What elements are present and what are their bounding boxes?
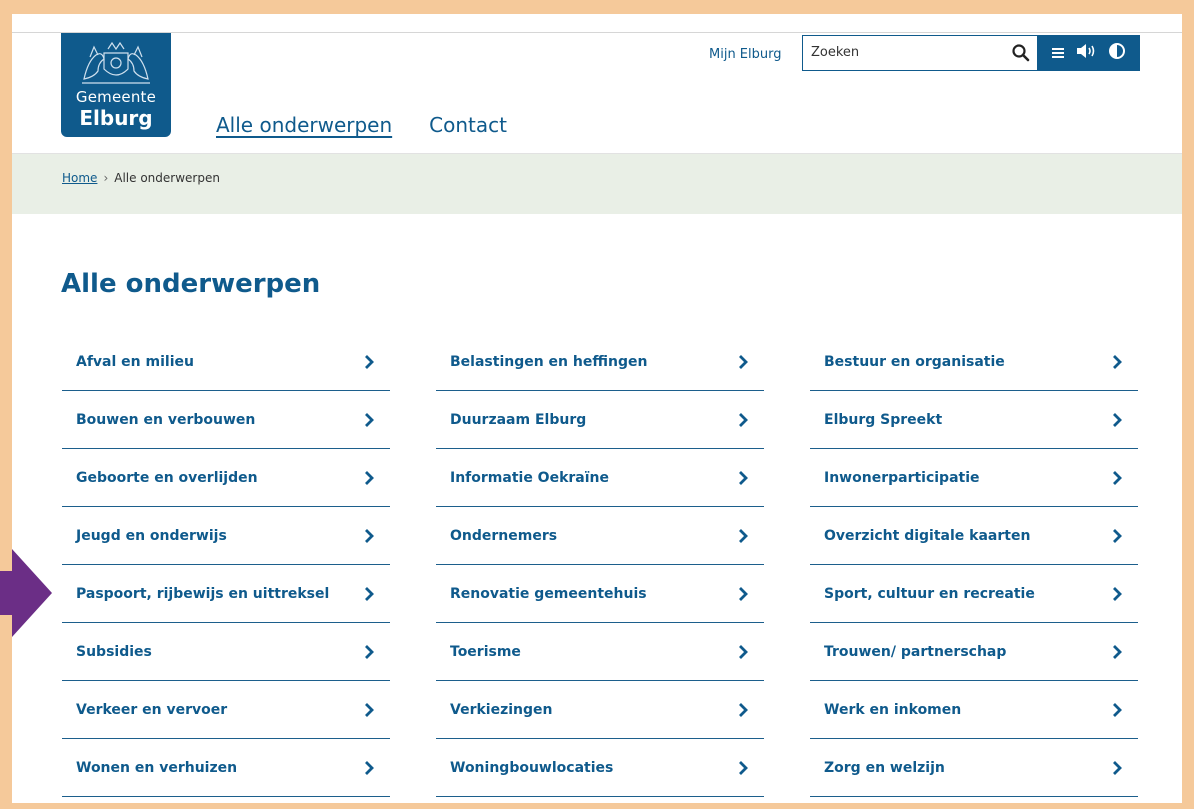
topic-link[interactable]: Overzicht digitale kaarten: [810, 507, 1138, 565]
chevron-right-icon: [365, 702, 374, 717]
chevron-right-icon: [365, 586, 374, 601]
topic-link[interactable]: Duurzaam Elburg: [436, 391, 764, 449]
topic-label: Inwonerparticipatie: [824, 469, 980, 486]
breadcrumb-current: Alle onderwerpen: [114, 171, 220, 185]
chevron-right-icon: [1113, 586, 1122, 601]
topic-label: Wonen en verhuizen: [76, 759, 238, 776]
chevron-right-icon: [365, 644, 374, 659]
chevron-right-icon: [739, 760, 748, 775]
municipality-logo[interactable]: Gemeente Elburg: [61, 33, 171, 137]
topic-label: Informatie Oekraïne: [450, 469, 610, 486]
chevron-right-icon: [739, 702, 748, 717]
coat-of-arms-icon: [82, 41, 150, 84]
chevron-right-icon: [365, 412, 374, 427]
topic-link[interactable]: Jeugd en onderwijs: [62, 507, 390, 565]
chevron-right-icon: [1113, 354, 1122, 369]
topic-label: Afval en milieu: [76, 353, 194, 370]
browser-viewport: Gemeente Elburg Alle onderwerpen Contact…: [12, 14, 1182, 803]
topic-label: Jeugd en onderwijs: [76, 527, 227, 544]
topic-link[interactable]: Sport, cultuur en recreatie: [810, 565, 1138, 623]
chevron-right-icon: [739, 528, 748, 543]
topic-link[interactable]: Verkeer en vervoer: [62, 681, 390, 739]
breadcrumb: Home › Alle onderwerpen: [12, 154, 1182, 214]
chevron-right-icon: [1113, 470, 1122, 485]
chevron-right-icon: [1113, 412, 1122, 427]
topic-label: Subsidies: [76, 643, 152, 660]
topic-link[interactable]: Werk en inkomen: [810, 681, 1138, 739]
topic-label: Ondernemers: [450, 527, 558, 544]
chevron-right-icon: [739, 354, 748, 369]
topic-link[interactable]: Wonen en verhuizen: [62, 739, 390, 797]
speaker-icon[interactable]: [1076, 43, 1098, 63]
topic-label: Zorg en welzijn: [824, 759, 945, 776]
topic-link[interactable]: Informatie Oekraïne: [436, 449, 764, 507]
breadcrumb-separator: ›: [103, 171, 109, 185]
topic-label: Renovatie gemeentehuis: [450, 585, 647, 602]
page-title: Alle onderwerpen: [61, 269, 321, 299]
topic-link[interactable]: Belastingen en heffingen: [436, 333, 764, 391]
topic-label: Bouwen en verbouwen: [76, 411, 256, 428]
topic-label: Elburg Spreekt: [824, 411, 943, 428]
topic-link[interactable]: Afval en milieu: [62, 333, 390, 391]
menu-icon[interactable]: [1052, 44, 1066, 63]
topic-link[interactable]: Geboorte en overlijden: [62, 449, 390, 507]
topic-label: Belastingen en heffingen: [450, 353, 648, 370]
chevron-right-icon: [739, 586, 748, 601]
chevron-right-icon: [365, 760, 374, 775]
topic-link[interactable]: Toerisme: [436, 623, 764, 681]
topic-label: Paspoort, rijbewijs en uittreksel: [76, 585, 330, 602]
topic-link[interactable]: Zorg en welzijn: [810, 739, 1138, 797]
topic-link[interactable]: Trouwen/ partnerschap: [810, 623, 1138, 681]
topic-link[interactable]: Paspoort, rijbewijs en uittreksel: [62, 565, 390, 623]
topic-link[interactable]: Elburg Spreekt: [810, 391, 1138, 449]
chevron-right-icon: [1113, 644, 1122, 659]
chevron-right-icon: [1113, 702, 1122, 717]
contrast-icon[interactable]: [1108, 42, 1126, 64]
chevron-right-icon: [365, 354, 374, 369]
logo-text-elburg: Elburg: [79, 106, 153, 130]
topics-grid: Afval en milieu Belastingen en heffingen…: [62, 333, 1138, 797]
topic-label: Sport, cultuur en recreatie: [824, 585, 1035, 602]
topic-link[interactable]: Verkiezingen: [436, 681, 764, 739]
accessibility-toolbar: [1038, 35, 1140, 71]
search-icon[interactable]: [1011, 43, 1031, 67]
topic-link[interactable]: Woningbouwlocaties: [436, 739, 764, 797]
site-header: Gemeente Elburg Alle onderwerpen Contact…: [12, 33, 1182, 154]
chevron-right-icon: [739, 644, 748, 659]
chevron-right-icon: [739, 470, 748, 485]
chevron-right-icon: [1113, 760, 1122, 775]
search-box: [802, 35, 1038, 71]
mijn-elburg-link[interactable]: Mijn Elburg: [709, 47, 782, 62]
topic-link[interactable]: Bouwen en verbouwen: [62, 391, 390, 449]
highlight-arrow-icon: [0, 549, 52, 637]
topic-label: Duurzaam Elburg: [450, 411, 587, 428]
main-navigation: Alle onderwerpen Contact: [216, 113, 507, 137]
topic-link[interactable]: Subsidies: [62, 623, 390, 681]
topic-label: Geboorte en overlijden: [76, 469, 258, 486]
chevron-right-icon: [739, 412, 748, 427]
topic-label: Verkiezingen: [450, 701, 553, 718]
topic-label: Overzicht digitale kaarten: [824, 527, 1031, 544]
topic-label: Verkeer en vervoer: [76, 701, 228, 718]
chevron-right-icon: [365, 470, 374, 485]
topic-label: Trouwen/ partnerschap: [824, 643, 1007, 660]
chevron-right-icon: [1113, 528, 1122, 543]
topic-label: Werk en inkomen: [824, 701, 962, 718]
breadcrumb-home-link[interactable]: Home: [62, 171, 97, 185]
topic-label: Bestuur en organisatie: [824, 353, 1005, 370]
search-input[interactable]: [811, 45, 991, 60]
topic-link[interactable]: Bestuur en organisatie: [810, 333, 1138, 391]
topic-label: Woningbouwlocaties: [450, 759, 614, 776]
nav-alle-onderwerpen[interactable]: Alle onderwerpen: [216, 113, 392, 137]
topic-label: Toerisme: [450, 643, 521, 660]
nav-contact[interactable]: Contact: [429, 113, 507, 137]
breadcrumb-trail: Home › Alle onderwerpen: [62, 171, 220, 185]
logo-text-gemeente: Gemeente: [75, 88, 157, 106]
topic-link[interactable]: Renovatie gemeentehuis: [436, 565, 764, 623]
topic-link[interactable]: Ondernemers: [436, 507, 764, 565]
chevron-right-icon: [365, 528, 374, 543]
topic-link[interactable]: Inwonerparticipatie: [810, 449, 1138, 507]
